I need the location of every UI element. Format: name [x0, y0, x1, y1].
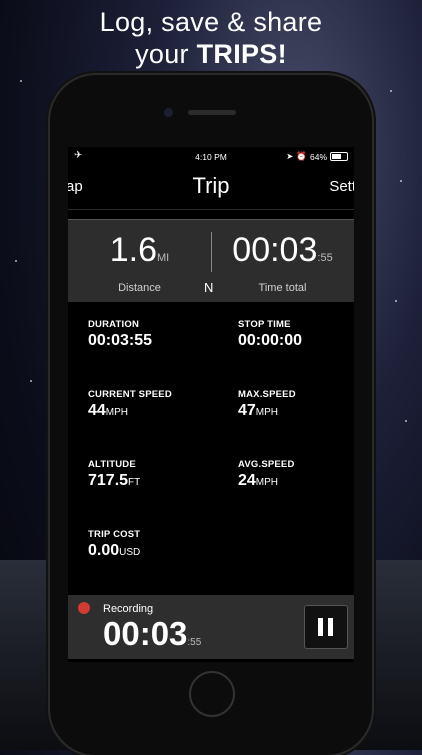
battery-percent: 64%	[309, 151, 327, 162]
current-speed-label: CURRENT SPEED	[88, 389, 172, 400]
time-total-label: Time total	[258, 282, 307, 294]
max-speed-stat: MAX.SPEED 47MPH	[238, 389, 354, 420]
time-total-readout: 00:03:55	[211, 230, 354, 278]
duration-stat: DURATION 00:03:55	[88, 319, 228, 350]
avg-speed-label: AVG.SPEED	[238, 459, 295, 470]
recording-timer: 00:03:55	[103, 615, 202, 652]
alarm-icon: ⏰	[296, 151, 307, 161]
summary-panel: 1.6MI Distance 00:03:55 Time total N	[68, 219, 354, 302]
app-screen: ✈ 4:10 PM ➤ ⏰ 64% ap Trip Sett 1.6MI Dis…	[68, 147, 354, 662]
distance-unit: MI	[157, 252, 170, 264]
duration-value: 00:03:55	[88, 332, 153, 349]
trip-cost-value: 0.00USD	[88, 542, 141, 559]
front-camera	[164, 108, 173, 117]
status-right: ➤ ⏰ 64%	[286, 151, 348, 162]
distance-block: 1.6MI Distance	[68, 230, 211, 294]
distance-label: Distance	[118, 282, 161, 294]
altitude-label: ALTITUDE	[88, 459, 136, 470]
avg-speed-value: 24MPH	[238, 472, 279, 489]
distance-readout: 1.6MI	[68, 230, 211, 278]
home-button[interactable]	[189, 671, 235, 717]
recording-label: Recording	[103, 603, 154, 615]
stop-time-value: 00:00:00	[238, 332, 303, 349]
nav-bar: ap Trip Sett	[68, 167, 354, 210]
battery-icon	[330, 152, 348, 161]
stop-time-label: STOP TIME	[238, 319, 291, 330]
max-speed-label: MAX.SPEED	[238, 389, 296, 400]
time-total-seconds: :55	[317, 252, 333, 264]
pause-icon	[318, 618, 323, 636]
altitude-value: 717.5FT	[88, 472, 141, 489]
recording-bar: Recording 00:03:55	[68, 595, 354, 659]
headline-line-1: Log, save & share	[99, 7, 323, 37]
promo-headline: Log, save & share your TRIPS!	[0, 6, 422, 70]
trip-cost-label: TRIP COST	[88, 529, 141, 540]
headline-line-2: your TRIPS!	[135, 39, 287, 69]
time-total-block: 00:03:55 Time total	[211, 230, 354, 294]
page-title: Trip	[192, 173, 230, 198]
earpiece-speaker	[188, 110, 236, 115]
altitude-stat: ALTITUDE 717.5FT	[88, 459, 228, 490]
duration-label: DURATION	[88, 319, 140, 330]
distance-value: 1.6	[109, 231, 158, 269]
compass-heading: N	[204, 280, 214, 295]
nav-right-tab[interactable]: Sett	[329, 178, 354, 195]
current-speed-value: 44MPH	[88, 402, 129, 419]
location-arrow-icon: ➤	[286, 151, 294, 161]
record-dot-icon	[78, 602, 90, 614]
pause-button[interactable]	[304, 605, 348, 649]
max-speed-value: 47MPH	[238, 402, 279, 419]
current-speed-stat: CURRENT SPEED 44MPH	[88, 389, 228, 420]
stop-time-stat: STOP TIME 00:00:00	[238, 319, 354, 350]
status-bar: ✈ 4:10 PM ➤ ⏰ 64%	[68, 147, 354, 167]
trip-cost-stat: TRIP COST 0.00USD	[88, 529, 228, 560]
avg-speed-stat: AVG.SPEED 24MPH	[238, 459, 354, 490]
time-total-value: 00:03	[232, 231, 318, 269]
